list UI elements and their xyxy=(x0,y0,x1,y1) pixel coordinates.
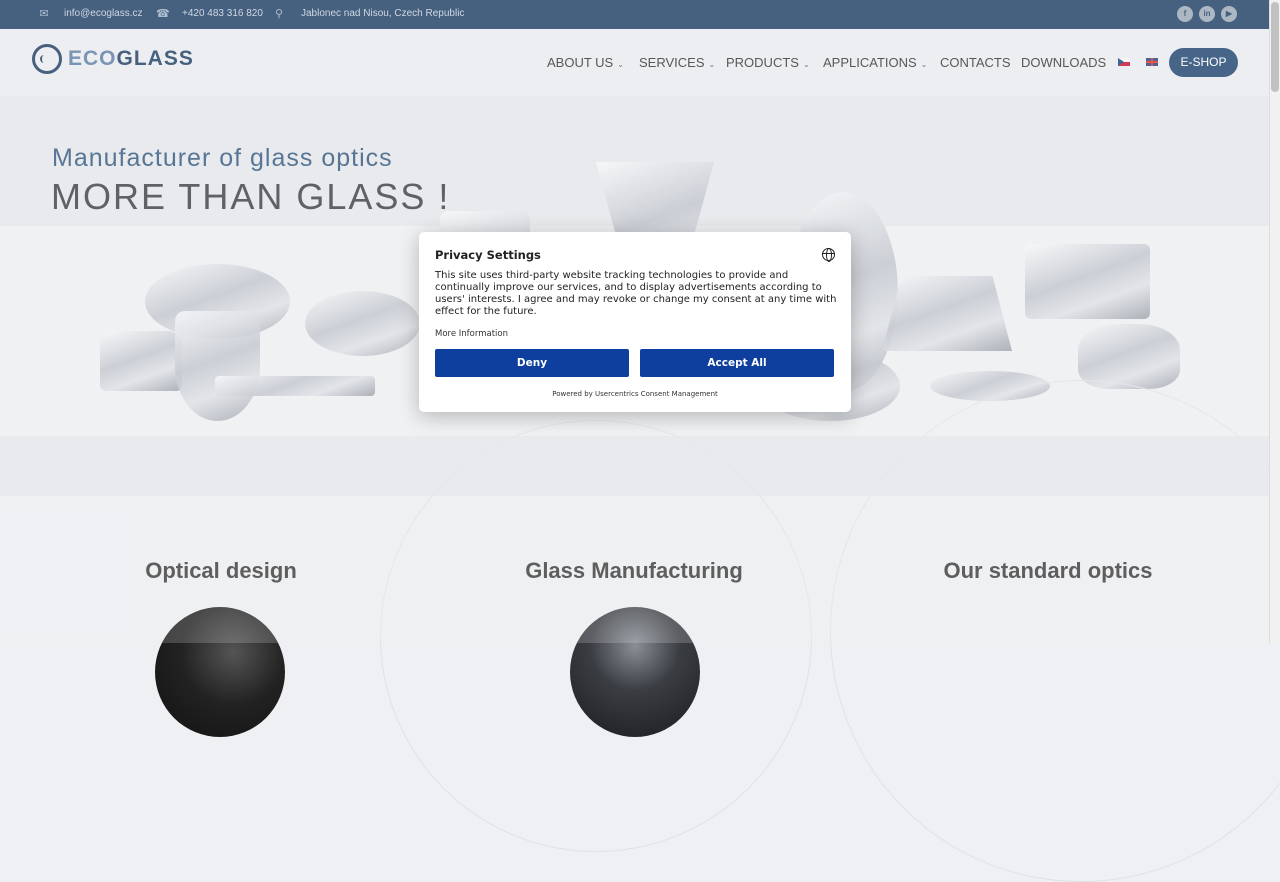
scrollbar-thumb[interactable] xyxy=(1271,2,1279,92)
dialog-title: Privacy Settings xyxy=(435,248,541,262)
language-globe-icon[interactable] xyxy=(822,248,835,262)
consent-description: This site uses third-party website track… xyxy=(435,270,837,317)
more-information-link[interactable]: More Information xyxy=(435,329,508,339)
powered-by-text: Powered by Usercentrics Consent Manageme… xyxy=(552,390,718,398)
privacy-settings-dialog: Privacy Settings This site uses third-pa… xyxy=(419,232,851,412)
deny-button[interactable]: Deny xyxy=(435,349,629,377)
accept-all-button[interactable]: Accept All xyxy=(640,349,834,377)
page-scrollbar[interactable] xyxy=(1269,0,1280,643)
